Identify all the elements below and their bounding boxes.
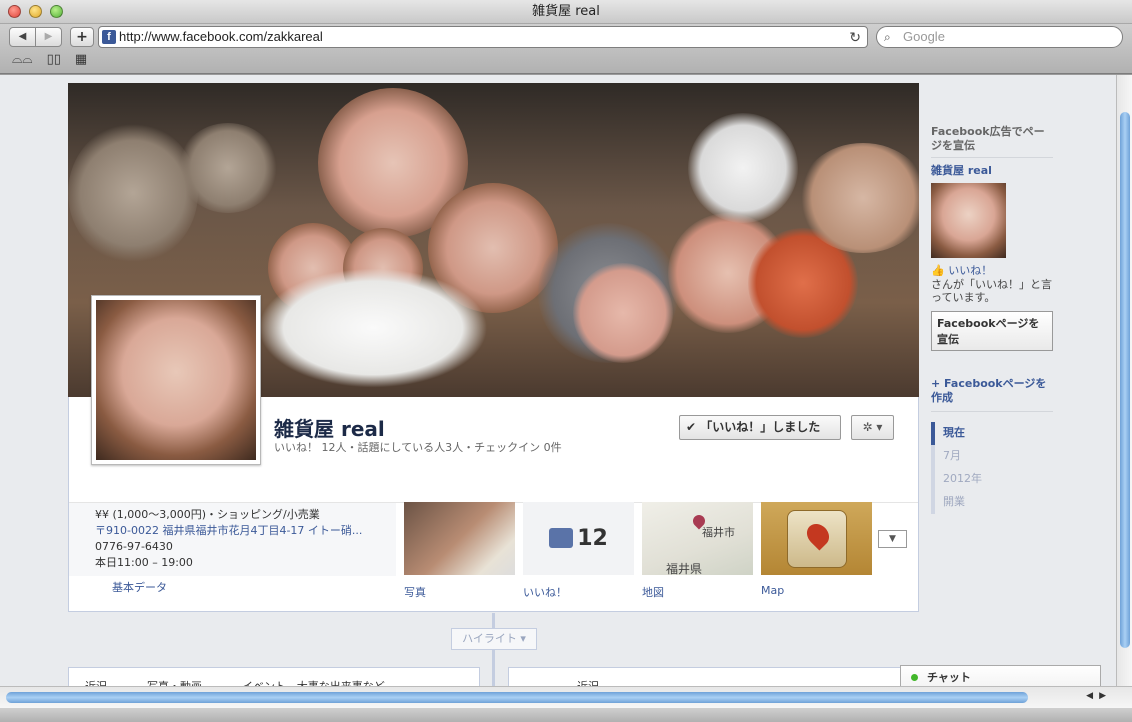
add-bookmark-button[interactable]: + — [70, 27, 94, 47]
promote-page-button[interactable]: Facebookページを宣伝 — [931, 311, 1053, 351]
right-rail: Facebook広告でページを宣伝 雑貨屋 real 👍 いいね！ さんが「いい… — [931, 125, 1053, 514]
bookmarks-bar: ⌓⌓ ▯▯ ▦ — [12, 52, 87, 67]
search-placeholder: Google — [903, 29, 945, 44]
book-icon[interactable]: ▯▯ — [47, 52, 61, 67]
composer-tab-status[interactable]: 近況 — [85, 678, 107, 686]
page-title[interactable]: 雑貨屋 real — [274, 413, 385, 442]
create-page-link[interactable]: + Facebookページを作成 — [931, 377, 1053, 412]
ad-title: Facebook広告でページを宣伝 — [931, 125, 1053, 158]
search-icon: ⌕ — [884, 30, 891, 44]
address-link[interactable]: 〒910-0022 福井県福井市花月4丁目4-17 イトー硝... — [95, 524, 362, 537]
highlight-filter-button[interactable]: ハイライト ▾ — [451, 628, 537, 650]
page-settings-button[interactable]: ✲ ▾ — [851, 415, 894, 440]
forward-button[interactable]: ▶ — [35, 28, 61, 46]
scrubber-item-2012[interactable]: 2012年 — [935, 468, 1053, 491]
thumbs-up-icon: 👍 — [931, 264, 945, 277]
reader-glasses-icon[interactable]: ⌓⌓ — [12, 52, 33, 67]
more-apps-button[interactable]: ▼ — [878, 530, 907, 548]
opening-hours: 本日11:00 – 19:00 — [95, 556, 193, 569]
horizontal-scrollbar[interactable]: ◀▶ — [0, 686, 1132, 708]
map-app-tile-label[interactable]: Map — [761, 584, 784, 597]
map-city-label: 福井市 — [702, 526, 735, 539]
thumbs-up-icon — [549, 528, 574, 548]
phone-number: 0776-97-6430 — [95, 540, 173, 553]
ad-page-thumbnail[interactable] — [931, 183, 1006, 258]
profile-picture[interactable] — [91, 295, 261, 465]
composer-tab-photo[interactable]: 写真・動画 — [147, 678, 202, 686]
vertical-scroll-thumb[interactable] — [1120, 112, 1130, 648]
horizontal-scroll-thumb[interactable] — [6, 692, 1028, 703]
hours-row: 本日11:00 – 19:00 — [95, 555, 396, 571]
close-window-button[interactable] — [8, 5, 21, 18]
address-bar[interactable]: f http://www.facebook.com/zakkareal ↻ — [98, 26, 868, 48]
gear-icon: ✲ ▾ — [862, 420, 883, 434]
phone-row: ☎ 0776-97-6430 — [95, 539, 396, 555]
scrubber-item-july[interactable]: 7月 — [935, 445, 1053, 468]
address-row[interactable]: ● 〒910-0022 福井県福井市花月4丁目4-17 イトー硝... — [95, 523, 396, 539]
ad-page-name[interactable]: 雑貨屋 real — [931, 162, 1053, 178]
right-column-box: 近況 — [508, 667, 920, 686]
map-prefecture-label: 福井県 — [666, 562, 703, 575]
status-bar — [0, 708, 1132, 722]
composer-box: 近況 写真・動画 イベント、大事な出来事など — [68, 667, 480, 686]
ad-like-link[interactable]: 👍 いいね！ — [931, 262, 1053, 278]
facebook-page: 雑貨屋 real いいね！ 12人・話題にしている人3人・チェックイン 0件 ✔… — [0, 75, 1116, 686]
page-stats: いいね！ 12人・話題にしている人3人・チェックイン 0件 — [274, 441, 562, 454]
lion-figurine-image — [96, 300, 256, 460]
liked-button[interactable]: ✔ 「いいね！」しました — [679, 415, 841, 440]
ad-like-sub: さんが「いいね！」と言っています。 — [931, 278, 1052, 304]
facebook-favicon-icon: f — [102, 30, 116, 44]
likes-tile[interactable]: 12 — [523, 502, 634, 575]
photos-tile[interactable] — [404, 502, 515, 575]
timeline-scrubber: 現在 7月 2012年 開業 — [931, 422, 1053, 514]
liked-button-label: 「いいね！」しました — [700, 420, 821, 434]
chat-label: チャット — [927, 671, 971, 684]
ad-like-label: いいね！ — [948, 264, 993, 277]
price-category-row: ◆ ¥¥ (1,000〜3,000円)・ショッピング/小売業 — [95, 507, 396, 523]
map-app-icon — [787, 510, 847, 568]
search-input[interactable]: ⌕ Google — [876, 26, 1123, 48]
url-text: http://www.facebook.com/zakkareal — [119, 29, 323, 44]
likes-count: 12 — [577, 526, 608, 551]
right-box-title: 近況 — [577, 678, 599, 686]
about-label[interactable]: 基本データ — [112, 579, 167, 595]
nav-buttons: ◀ ▶ — [9, 27, 62, 47]
map-app-tile[interactable] — [761, 502, 872, 575]
back-button[interactable]: ◀ — [10, 28, 35, 46]
chat-bar[interactable]: チャット — [900, 665, 1101, 686]
minimize-window-button[interactable] — [29, 5, 42, 18]
check-icon: ✔ — [686, 420, 697, 434]
online-status-icon — [911, 674, 918, 681]
composer-tab-event[interactable]: イベント、大事な出来事など — [242, 678, 385, 686]
browser-toolbar: ◀ ▶ + f http://www.facebook.com/zakkarea… — [0, 24, 1132, 74]
right-box-header: 近況 — [577, 678, 599, 686]
window-title: 雑貨屋 real — [532, 4, 600, 19]
map-tile[interactable]: 福井市 福井県 — [642, 502, 753, 575]
zoom-window-button[interactable] — [50, 5, 63, 18]
window-titlebar: 雑貨屋 real — [0, 0, 1132, 24]
price-category: ¥¥ (1,000〜3,000円)・ショッピング/小売業 — [95, 508, 320, 521]
scroll-arrows-icon[interactable]: ◀▶ — [1086, 691, 1112, 701]
scrubber-item-now[interactable]: 現在 — [931, 422, 1053, 445]
scrubber-item-founded[interactable]: 開業 — [935, 491, 1053, 514]
about-box[interactable]: ◆ ¥¥ (1,000〜3,000円)・ショッピング/小売業 ● 〒910-00… — [69, 503, 396, 576]
reload-icon[interactable]: ↻ — [849, 27, 861, 47]
vertical-scrollbar[interactable] — [1116, 75, 1132, 686]
map-tile-label[interactable]: 地図 — [642, 584, 664, 600]
composer-tabs: 近況 写真・動画 イベント、大事な出来事など — [85, 678, 385, 686]
photos-tile-label[interactable]: 写真 — [404, 584, 426, 600]
likes-tile-label[interactable]: いいね！ — [523, 584, 567, 600]
grid-icon[interactable]: ▦ — [75, 52, 87, 67]
